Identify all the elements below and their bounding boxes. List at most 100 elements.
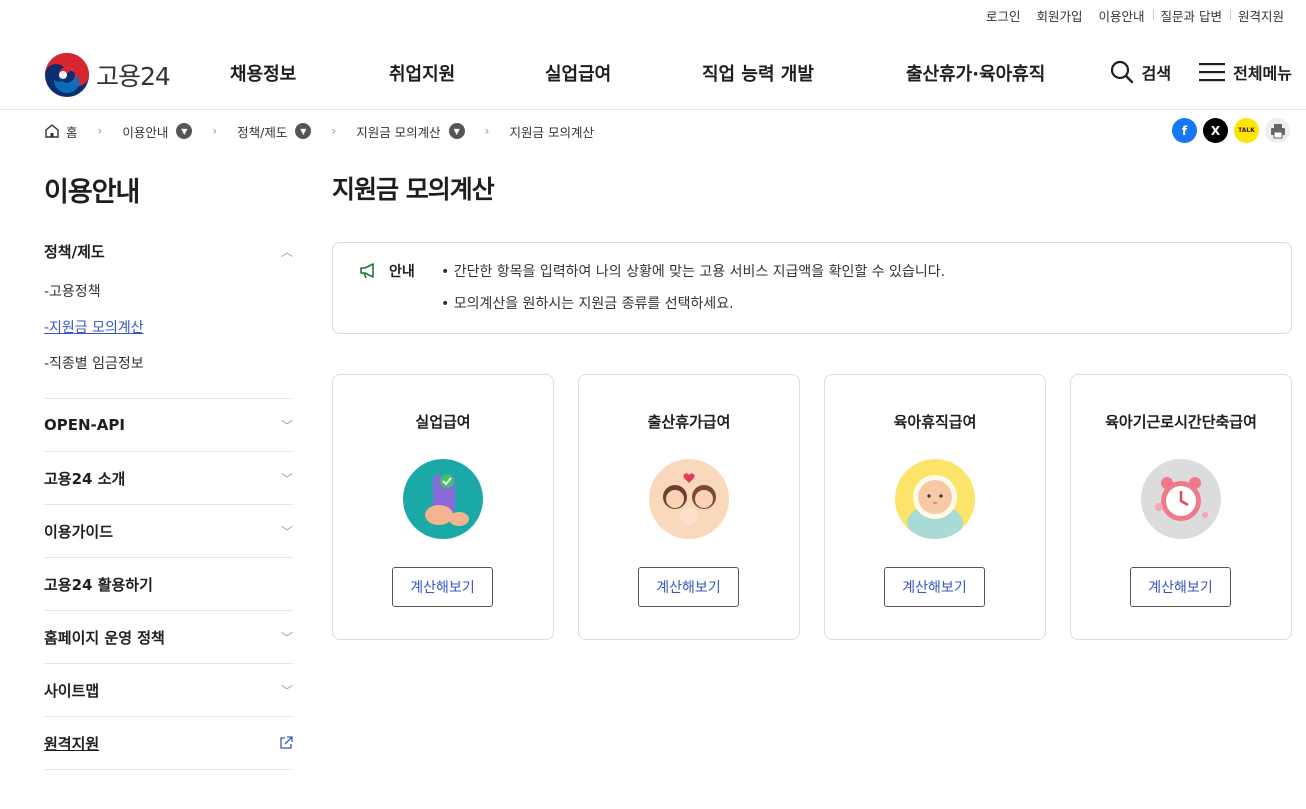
search-label: 검색 [1141, 64, 1172, 83]
notice-label: 안내 [359, 261, 415, 281]
sidebar-item-label: 홈페이지 운영 정책 [44, 628, 165, 647]
sidebar-title: 이용안내 [44, 177, 140, 208]
breadcrumb-item-3[interactable]: 지원금 모의계산 ▼ [356, 122, 465, 141]
sidebar: 이용안내 정책/제도 ︿ -고용정책 -지원금 모의계산 -직종별 임금정보 O… [44, 170, 293, 770]
megaphone-icon [360, 263, 374, 279]
sidebar-item-remote[interactable]: 원격지원 [44, 717, 293, 770]
main-content: 지원금 모의계산 안내 • 간단한 항목을 입력하여 나의 상황에 맞는 고용 … [332, 170, 1292, 640]
sidebar-item-about[interactable]: 고용24 소개 ﹀ [44, 452, 293, 505]
calculate-button[interactable]: 계산해보기 [392, 567, 493, 607]
calculate-button[interactable]: 계산해보기 [884, 567, 985, 607]
global-nav: 고용24 채용정보 취업지원 실업급여 직업 능력 개발 출산휴가·육아휴직 검… [0, 38, 1306, 110]
page-title: 지원금 모의계산 [332, 175, 495, 204]
chevron-down-icon[interactable]: ▼ [176, 123, 193, 139]
sidebar-subitem-wage-info[interactable]: -직종별 임금정보 [44, 346, 293, 382]
chevron-right-icon: › [97, 124, 103, 138]
facebook-icon: f [1181, 123, 1188, 138]
card-maternity-leave-benefit: 출산휴가급여 계산해보기 [578, 374, 800, 640]
card-reduced-hours-benefit: 육아기근로시간단축급여 계산해보기 [1070, 374, 1292, 640]
sidebar-item-label: 고용24 소개 [44, 469, 126, 488]
chevron-right-icon: › [212, 124, 218, 138]
print-button[interactable] [1265, 118, 1290, 143]
subsidy-cards: 실업급여 계산해보기 출산휴가급여 계산해보기 육아휴직급여 계산해보기 육아기… [332, 374, 1292, 640]
qna-link[interactable]: 질문과 답변 [1152, 6, 1230, 25]
breadcrumb-label: 지원금 모의계산 [509, 124, 594, 140]
breadcrumb-item-2[interactable]: 정책/제도 ▼ [237, 122, 312, 141]
x-icon: X [1210, 123, 1221, 138]
logo-text: 고용24 [96, 62, 171, 91]
chevron-down-icon: ﹀ [280, 524, 293, 539]
breadcrumb-current: 지원금 모의계산 [509, 122, 593, 141]
sidebar-group-policy: 정책/제도 ︿ -고용정책 -지원금 모의계산 -직종별 임금정보 [44, 241, 293, 399]
sidebar-item-label: 정책/제도 [44, 243, 105, 261]
sidebar-item-sitemap[interactable]: 사이트맵 ﹀ [44, 664, 293, 717]
chevron-right-icon: › [484, 124, 490, 138]
menu-unemployment-benefit[interactable]: 실업급여 [545, 60, 611, 86]
kakao-share-button[interactable]: TALK [1234, 118, 1259, 143]
chevron-up-icon: ︿ [280, 245, 293, 259]
sidebar-item-open-api[interactable]: OPEN-API ﹀ [44, 399, 293, 452]
calculate-button[interactable]: 계산해보기 [1130, 567, 1231, 607]
signup-link[interactable]: 회원가입 [1028, 6, 1090, 25]
sidebar-subitem-subsidy-calculator[interactable]: -지원금 모의계산 [44, 310, 293, 346]
taegeuk-icon [45, 53, 89, 97]
card-unemployment-benefit: 실업급여 계산해보기 [332, 374, 554, 640]
share-buttons: f X TALK [1172, 118, 1290, 143]
alarm-clock-icon [1141, 459, 1221, 539]
sidebar-item-guide[interactable]: 이용가이드 ﹀ [44, 505, 293, 558]
sidebar-item-usage[interactable]: 고용24 활용하기 [44, 558, 293, 611]
sidebar-item-label: 원격지원 [44, 734, 100, 753]
chevron-down-icon: ﹀ [280, 683, 293, 698]
family-icon [649, 459, 729, 539]
menu-employment-support[interactable]: 취업지원 [389, 60, 455, 86]
notice-label-text: 안내 [389, 264, 415, 280]
search-icon [1110, 60, 1133, 84]
phone-check-icon [403, 459, 483, 539]
menu-skill-development[interactable]: 직업 능력 개발 [702, 60, 814, 86]
chevron-down-icon[interactable]: ▼ [295, 123, 312, 139]
sidebar-item-site-policy[interactable]: 홈페이지 운영 정책 ﹀ [44, 611, 293, 664]
sidebar-item-label: 고용24 활용하기 [44, 575, 153, 594]
guide-link[interactable]: 이용안내 [1090, 6, 1152, 25]
card-title: 육아기근로시간단축급여 [1105, 413, 1257, 431]
sidebar-item-label: 이용가이드 [44, 522, 114, 541]
baby-icon [895, 459, 975, 539]
breadcrumb: 홈 › 이용안내 ▼ › 정책/제도 ▼ › 지원금 모의계산 ▼ › 지원금 … [44, 111, 594, 151]
external-link-icon [280, 736, 293, 749]
site-logo[interactable]: 고용24 [44, 52, 171, 98]
sidebar-item-policy[interactable]: 정책/제도 ︿ [44, 241, 293, 274]
notice-box: 안내 • 간단한 항목을 입력하여 나의 상황에 맞는 고용 서비스 지급액을 … [332, 242, 1292, 334]
facebook-share-button[interactable]: f [1172, 118, 1197, 143]
sidebar-submenu: -고용정책 -지원금 모의계산 -직종별 임금정보 [44, 274, 293, 398]
all-menu-label: 전체메뉴 [1233, 64, 1292, 83]
chevron-down-icon: ﹀ [280, 418, 293, 433]
breadcrumb-label: 이용안내 [122, 124, 169, 140]
menu-jobs[interactable]: 채용정보 [230, 60, 296, 86]
breadcrumb-home-label: 홈 [66, 124, 78, 140]
all-menu-button[interactable]: 전체메뉴 [1199, 60, 1292, 84]
chevron-down-icon: ﹀ [280, 471, 293, 486]
chevron-down-icon: ﹀ [280, 630, 293, 645]
breadcrumb-home[interactable]: 홈 [44, 122, 78, 141]
card-title: 육아휴직급여 [893, 413, 977, 431]
sidebar-subitem-employment-policy[interactable]: -고용정책 [44, 274, 293, 310]
calculate-button[interactable]: 계산해보기 [638, 567, 739, 607]
notice-line: • 모의계산을 원하시는 지원금 종류를 선택하세요. [441, 296, 734, 312]
kakao-icon: TALK [1238, 127, 1255, 134]
sidebar-item-label: 사이트맵 [44, 681, 100, 700]
chevron-right-icon: › [331, 124, 337, 138]
x-share-button[interactable]: X [1203, 118, 1228, 143]
hamburger-icon [1199, 63, 1226, 82]
chevron-down-icon[interactable]: ▼ [448, 123, 465, 139]
card-title: 출산휴가급여 [647, 413, 731, 431]
login-link[interactable]: 로그인 [978, 6, 1029, 25]
notice-line: • 간단한 항목을 입력하여 나의 상황에 맞는 고용 서비스 지급액을 확인할… [441, 264, 946, 280]
card-parental-leave-benefit: 육아휴직급여 계산해보기 [824, 374, 1046, 640]
remote-support-link[interactable]: 원격지원 [1229, 6, 1292, 25]
notice-list: • 간단한 항목을 입력하여 나의 상황에 맞는 고용 서비스 지급액을 확인할… [441, 261, 945, 325]
search-button[interactable]: 검색 [1110, 60, 1171, 84]
gnb-tools: 검색 전체메뉴 [1110, 60, 1292, 84]
breadcrumb-item-1[interactable]: 이용안내 ▼ [122, 122, 193, 141]
card-title: 실업급여 [415, 413, 471, 431]
menu-parental-leave[interactable]: 출산휴가·육아휴직 [906, 60, 1045, 86]
